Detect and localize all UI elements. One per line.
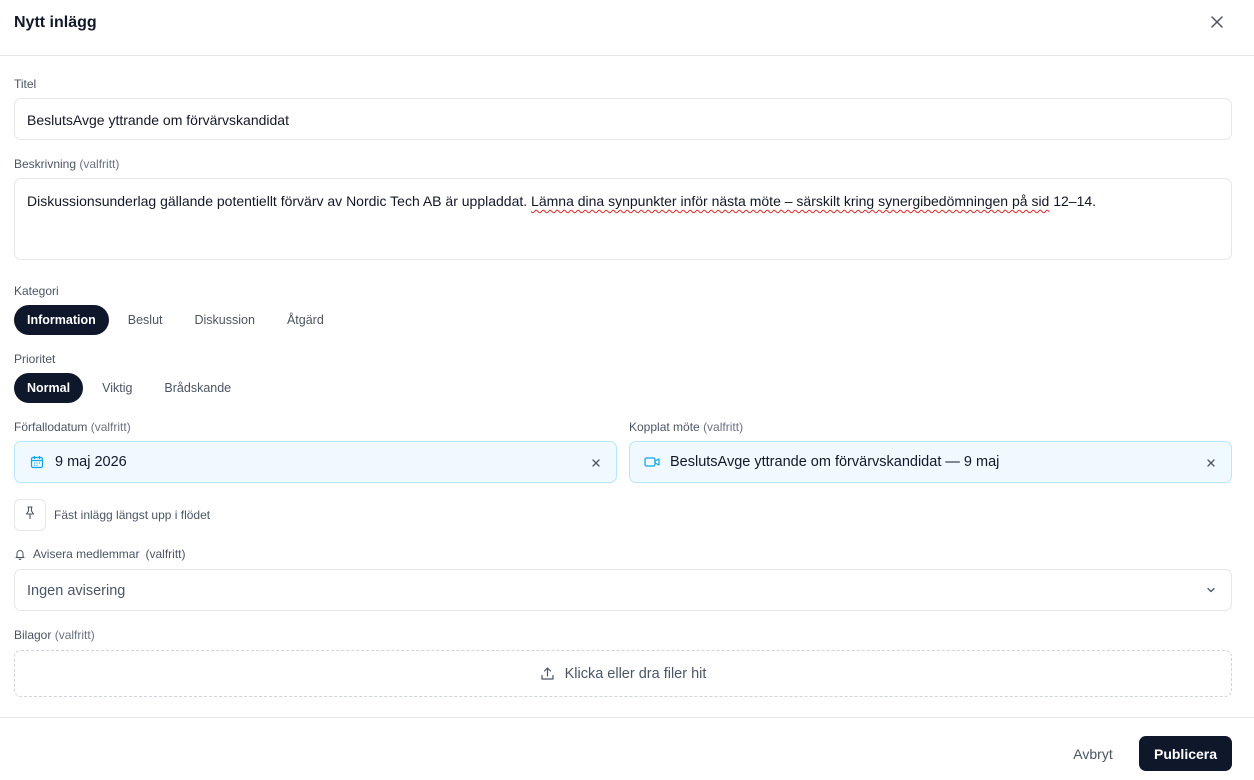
clear-due-date-icon[interactable] xyxy=(588,455,604,471)
attachments-dropzone[interactable]: Klicka eller dra filer hit xyxy=(14,650,1232,697)
title-input[interactable]: BeslutsAvge yttrande om förvärvskandidat xyxy=(14,98,1232,140)
pin-toggle-button[interactable] xyxy=(14,499,46,531)
notify-select[interactable]: Ingen avisering xyxy=(14,569,1232,611)
bell-icon xyxy=(14,548,26,560)
category-pills: Information Beslut Diskussion Åtgärd xyxy=(14,305,343,335)
due-date-label: Förfallodatum (valfritt) xyxy=(14,420,131,434)
dialog-footer: Avbryt Publicera xyxy=(0,717,1254,780)
category-pill-diskussion[interactable]: Diskussion xyxy=(182,305,268,335)
linked-meeting-label-text: Kopplat möte xyxy=(629,420,700,434)
description-text-3: 12–14. xyxy=(1049,193,1097,209)
category-pill-beslut[interactable]: Beslut xyxy=(115,305,176,335)
priority-pills: Normal Viktig Brådskande xyxy=(14,373,250,403)
priority-pill-normal[interactable]: Normal xyxy=(14,373,84,403)
description-text-1: Diskussionsunderlag gällande potentiellt… xyxy=(27,193,532,209)
priority-pill-viktig[interactable]: Viktig xyxy=(89,373,145,403)
linked-meeting-value: BeslutsAvge yttrande om förvärvskandidat… xyxy=(670,454,1000,470)
notify-optional: (valfritt) xyxy=(145,547,186,561)
dialog-title: Nytt inlägg xyxy=(14,14,97,31)
due-date-value: 9 maj 2026 xyxy=(55,454,127,470)
description-label-text: Beskrivning xyxy=(14,157,77,171)
due-date-optional: (valfritt) xyxy=(90,420,131,434)
close-icon xyxy=(1210,15,1224,34)
linked-meeting-optional: (valfritt) xyxy=(703,420,744,434)
chevron-down-icon xyxy=(1205,583,1219,597)
dropzone-text: Klicka eller dra filer hit xyxy=(564,665,707,682)
cancel-button[interactable]: Avbryt xyxy=(1060,736,1126,771)
priority-label: Prioritet xyxy=(14,352,56,366)
description-optional: (valfritt) xyxy=(79,157,120,171)
calendar-icon xyxy=(29,454,45,470)
publish-button[interactable]: Publicera xyxy=(1139,736,1232,771)
attachments-label-text: Bilagor xyxy=(14,628,52,642)
linked-meeting-field[interactable]: BeslutsAvge yttrande om förvärvskandidat… xyxy=(629,441,1232,483)
notify-select-value: Ingen avisering xyxy=(27,583,126,599)
priority-pill-bradskande[interactable]: Brådskande xyxy=(151,373,244,403)
pin-icon xyxy=(24,505,36,525)
attachments-optional: (valfritt) xyxy=(54,628,95,642)
category-pill-atgard[interactable]: Åtgärd xyxy=(274,305,337,335)
description-textarea[interactable]: Diskussionsunderlag gällande potentiellt… xyxy=(14,178,1232,260)
dialog-header: Nytt inlägg xyxy=(0,0,1254,56)
category-pill-information[interactable]: Information xyxy=(14,305,109,335)
title-label: Titel xyxy=(14,77,37,91)
linked-meeting-label: Kopplat möte (valfritt) xyxy=(629,420,743,434)
description-text-2: Lämna dina synpunkter inför nästa möte –… xyxy=(531,193,1050,209)
attachments-label: Bilagor (valfritt) xyxy=(14,628,95,642)
due-date-label-text: Förfallodatum xyxy=(14,420,88,434)
description-label: Beskrivning (valfritt) xyxy=(14,157,119,171)
pin-label: Fäst inlägg längst upp i flödet xyxy=(54,508,211,522)
video-icon xyxy=(644,454,660,470)
upload-icon xyxy=(540,666,556,682)
notify-label: Avisera medlemmar (valfritt) xyxy=(14,547,185,561)
category-label: Kategori xyxy=(14,284,59,298)
notify-label-text: Avisera medlemmar xyxy=(33,547,140,561)
close-button[interactable] xyxy=(1205,12,1229,36)
clear-linked-meeting-icon[interactable] xyxy=(1203,455,1219,471)
due-date-field[interactable]: 9 maj 2026 xyxy=(14,441,617,483)
